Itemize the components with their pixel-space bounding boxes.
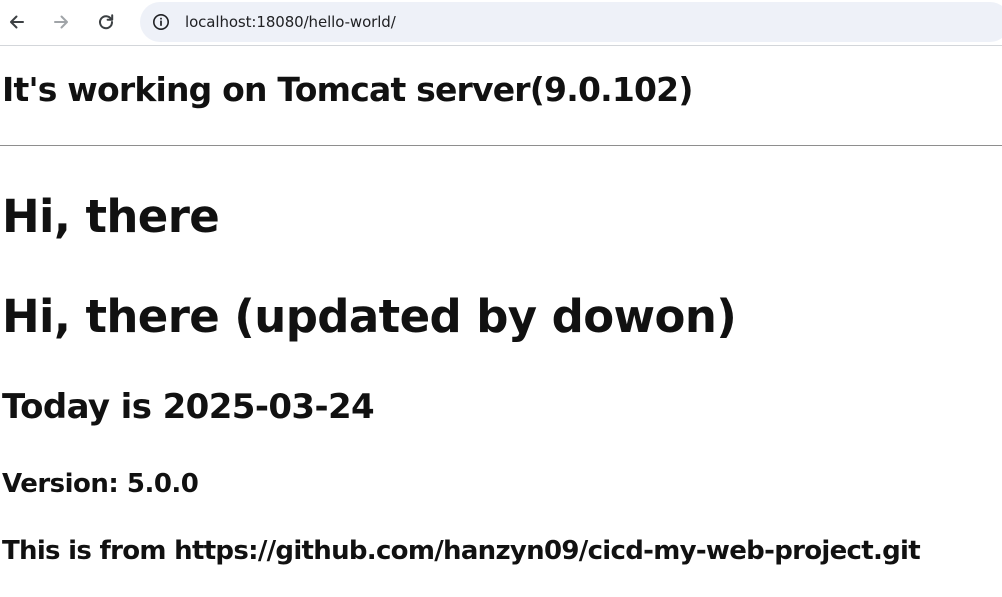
divider: [0, 145, 1002, 146]
reload-icon: [99, 14, 114, 30]
address-bar[interactable]: localhost:18080/hello-world/: [140, 2, 1002, 42]
forward-button[interactable]: [47, 8, 75, 36]
today-heading: Today is 2025-03-24: [2, 387, 375, 427]
source-heading: This is from https://github.com/hanzyn09…: [2, 536, 921, 566]
url-text[interactable]: localhost:18080/hello-world/: [185, 13, 396, 31]
greeting-updated-heading: Hi, there (updated by dowon): [2, 290, 737, 343]
back-arrow-icon: [10, 15, 24, 29]
info-icon: [153, 14, 169, 30]
version-heading: Version: 5.0.0: [2, 469, 199, 499]
site-info-button[interactable]: [150, 11, 172, 33]
server-heading: It's working on Tomcat server(9.0.102): [2, 70, 693, 109]
forward-arrow-icon: [54, 15, 68, 29]
greeting-heading: Hi, there: [2, 190, 220, 243]
browser-toolbar: localhost:18080/hello-world/: [0, 0, 1002, 46]
reload-button[interactable]: [92, 8, 120, 36]
back-button[interactable]: [3, 8, 31, 36]
